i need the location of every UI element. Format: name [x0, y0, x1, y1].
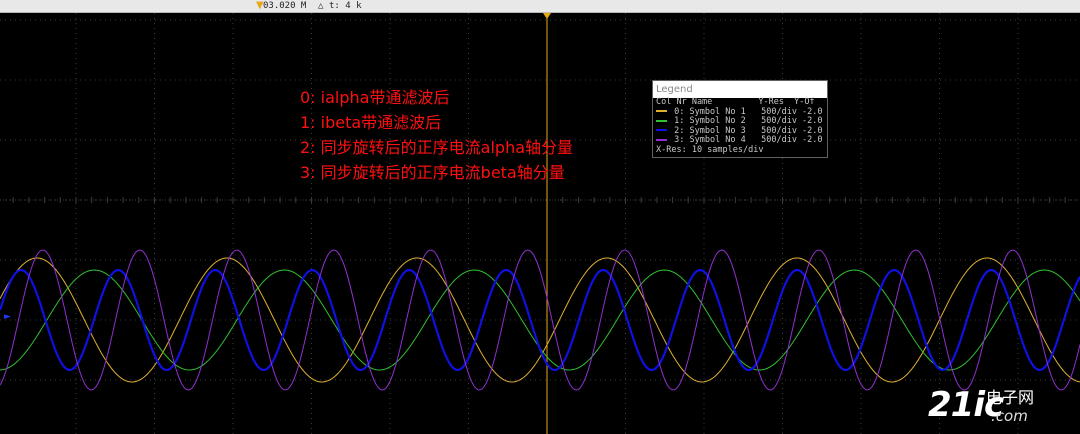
annotation-trace-2: 2: 同步旋转后的正序电流alpha轴分量	[300, 138, 574, 157]
time-cursor-handle[interactable]	[543, 13, 551, 19]
watermark-com: .com	[991, 407, 1028, 425]
delta-icon: △	[318, 1, 324, 11]
annotation-trace-0: 0: ialpha带通滤波后	[300, 88, 450, 107]
annotation-trace-3: 3: 同步旋转后的正序电流beta轴分量	[300, 163, 565, 182]
ground-marker-icon: ►	[4, 312, 11, 322]
legend-title: Legend	[653, 81, 827, 98]
scope-grid	[0, 13, 1080, 434]
scope-toolbar: ▼ 03.020 M △ t: 4 k	[0, 0, 1080, 13]
legend-row-3-text: 3: Symbol No 4 500/div -2.0	[669, 135, 823, 145]
legend-row-2-text: 2: Symbol No 3 500/div -2.0	[669, 125, 823, 136]
legend-swatch-2	[656, 129, 667, 131]
oscilloscope-plot-area[interactable]	[0, 13, 1080, 434]
legend-swatch-1	[656, 119, 667, 122]
legend-row-0-text: 0: Symbol No 1 500/div -2.0	[669, 106, 823, 117]
delta-time-readout: t: 4 k	[329, 1, 362, 11]
legend-window[interactable]: Legend Col Nr Name Y-Res Y-Of 0: Symbol …	[652, 80, 828, 158]
annotation-trace-1: 1: ibeta带通滤波后	[300, 113, 442, 132]
legend-footer: X-Res: 10 samples/div	[656, 144, 764, 155]
cursor-position-readout: 03.020 M	[263, 1, 307, 11]
legend-row-1-text: 1: Symbol No 2 500/div -2.0	[669, 116, 823, 126]
legend-swatch-3	[656, 138, 667, 141]
legend-swatch-0	[656, 110, 667, 112]
watermark-cn: 电子网	[986, 388, 1035, 407]
